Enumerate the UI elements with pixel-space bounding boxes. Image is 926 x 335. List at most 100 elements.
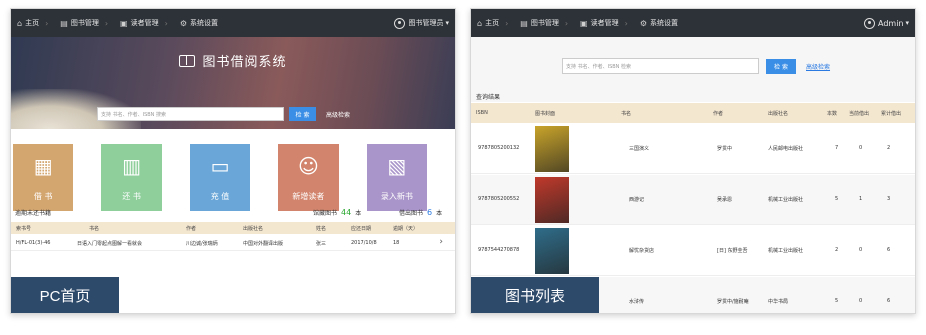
nav-readers[interactable]: ▣ 读者管理 › — [120, 18, 168, 28]
stats-bar: 逾期未还书籍 馆藏图书 44 本 借出图书 6 本 — [11, 206, 455, 220]
nav-books[interactable]: ▤ 图书管理 › — [520, 18, 568, 28]
borrow-icon: ▦ — [33, 154, 53, 178]
tile-label: 借 书 — [33, 192, 53, 201]
caret-down-icon: ▾ — [905, 19, 909, 27]
table-cell: 18 — [393, 240, 400, 246]
table-cell-isbn: 9787805200132 — [478, 145, 520, 151]
table-cell-isbn: 9787805200552 — [478, 196, 520, 202]
column-header: 书名 — [621, 111, 632, 117]
table-row[interactable]: 9787805200132 三国演义 罗贯中 人民邮电出版社 7 0 2 — [471, 124, 915, 174]
tile-label: 还 书 — [122, 192, 141, 201]
table-cell-total: 3 — [887, 196, 891, 202]
action-tiles: ▦ 借 书 ▥ 还 书 ▭ 充 值 ☺ 新增读者 ▧ 录入新书 — [11, 129, 455, 211]
home-icon: ⌂ — [477, 18, 483, 28]
table-cell-current: 1 — [859, 196, 863, 202]
table-cell: 中国对外翻译出版 — [243, 241, 284, 247]
results-table-header: ISBN 图书封面 书名 作者 出版社名 本数 当前借出 累计借出 — [471, 103, 915, 123]
table-cell-count: 2 — [835, 247, 839, 253]
user-menu[interactable]: Admin ▾ — [863, 17, 909, 29]
nav-home[interactable]: ⌂ 主页 › — [17, 18, 48, 28]
table-cell-current: 0 — [859, 298, 863, 304]
table-cell-isbn: 9787544270878 — [478, 247, 520, 253]
table-cell-author: 罗贯中 — [717, 146, 733, 152]
table-cell-current: 0 — [859, 247, 863, 253]
top-nav: ⌂ 主页 › ▤ 图书管理 › ▣ 读者管理 › ⚙ 系统设置 Admin ▾ — [471, 9, 915, 37]
nav-settings[interactable]: ⚙ 系统设置 — [180, 18, 218, 28]
tile-return[interactable]: ▥ 还 书 — [101, 144, 162, 211]
table-cell-author: [日] 东野圭吾 — [717, 248, 748, 254]
add-book-icon: ▧ — [387, 154, 407, 178]
book-list-panel: ⌂ 主页 › ▤ 图书管理 › ▣ 读者管理 › ⚙ 系统设置 Admin ▾ 支持 书名、作者… — [470, 8, 916, 314]
pc-homepage-panel: ⌂ 主页 › ▤ 图书管理 › ▣ 读者管理 › ⚙ 系统设置 图书管理员 ▾ 图书借阅系统 支… — [10, 8, 456, 314]
borrowed-stat: 借出图书 6 本 — [399, 208, 443, 217]
tile-add-user[interactable]: ☺ 新增读者 — [278, 144, 339, 211]
column-header: 书名 — [89, 226, 100, 232]
table-cell: 日语入门零起点图解一看就会 — [77, 241, 143, 247]
column-header: 作者 — [186, 226, 197, 232]
search-button[interactable]: 检 索 — [289, 107, 316, 121]
open-book-icon — [179, 54, 196, 67]
table-cell-current: 0 — [859, 145, 863, 151]
table-cell: 川边诚/张瑞炳 — [186, 241, 218, 247]
book-list-badge: 图书列表 — [471, 277, 599, 313]
column-header: ISBN — [476, 110, 488, 116]
card-icon: ▭ — [210, 154, 230, 178]
table-cell-total: 2 — [887, 145, 891, 151]
tile-card[interactable]: ▭ 充 值 — [189, 144, 251, 211]
tile-add-book[interactable]: ▧ 录入新书 — [366, 144, 428, 211]
table-row[interactable]: H/FL-01(3)-46 日语入门零起点图解一看就会 川边诚/张瑞炳 中国对外翻译出… — [11, 235, 455, 251]
gear-icon: ⚙ — [639, 18, 647, 28]
table-cell-publisher: 机械工业出版社 — [768, 248, 804, 254]
column-header: 应还日期 — [351, 226, 372, 232]
table-cell: 张三 — [316, 241, 327, 247]
avatar — [394, 17, 406, 29]
table-cell-title: 解忧杂货店 — [629, 248, 655, 254]
table-cell: 2017/10/8 — [351, 240, 377, 246]
collection-count: 44 — [341, 208, 352, 217]
return-icon: ▥ — [122, 154, 142, 178]
nav-readers[interactable]: ▣ 读者管理 › — [580, 18, 628, 28]
table-cell-publisher: 人民邮电出版社 — [768, 146, 804, 152]
overdue-table-header: 索书号 书名 作者 出版社名 姓名 应还日期 逾期（天） — [11, 222, 455, 234]
nav-settings[interactable]: ⚙ 系统设置 — [640, 18, 678, 28]
results-caption: 查询结果 — [476, 94, 501, 101]
table-cell-count: 5 — [835, 196, 839, 202]
book-icon: ▤ — [520, 18, 528, 28]
search-input[interactable]: 支持 书名、作者、ISBN 检索 — [562, 58, 759, 74]
top-nav: ⌂ 主页 › ▤ 图书管理 › ▣ 读者管理 › ⚙ 系统设置 图书管理员 ▾ — [11, 9, 455, 37]
table-row[interactable]: 9787805200552 西游记 吴承恩 机械工业出版社 5 1 3 — [471, 175, 915, 225]
book-cover — [535, 126, 569, 172]
column-header: 当前借出 — [849, 111, 870, 117]
tile-label: 新增读者 — [292, 192, 325, 201]
caret-down-icon: ▾ — [445, 19, 449, 27]
add-user-icon: ☺ — [297, 154, 319, 178]
column-header: 逾期（天） — [393, 226, 419, 232]
search-button[interactable]: 检 索 — [766, 58, 796, 74]
avatar — [863, 17, 875, 29]
table-row[interactable]: 9787544270878 解忧杂货店 [日] 东野圭吾 机械工业出版社 2 0 6 — [471, 226, 915, 276]
column-header: 出版社名 — [768, 111, 789, 117]
column-header: 作者 — [713, 111, 724, 117]
table-cell-title: 西游记 — [629, 197, 645, 203]
advanced-search-link[interactable]: 高级检索 — [326, 110, 350, 119]
search-input[interactable]: 支持 书名、作者、ISBN 搜索 — [97, 107, 284, 121]
nav-books[interactable]: ▤ 图书管理 › — [60, 18, 108, 28]
table-cell: H/FL-01(3)-46 — [16, 240, 51, 246]
table-cell-count: 5 — [835, 298, 839, 304]
hero-banner: 图书借阅系统 支持 书名、作者、ISBN 搜索 检 索 高级检索 — [11, 37, 455, 129]
hero-title: 图书借阅系统 — [11, 51, 455, 70]
book-cover — [535, 177, 569, 223]
pc-homepage-badge: PC首页 — [11, 277, 119, 313]
list-search: 支持 书名、作者、ISBN 检索 检 索 高级检索 — [562, 58, 830, 74]
advanced-search-link[interactable]: 高级检索 — [806, 62, 830, 71]
column-header: 本数 — [827, 111, 838, 117]
user-menu[interactable]: 图书管理员 ▾ — [394, 17, 449, 29]
gear-icon: ⚙ — [179, 18, 187, 28]
tile-borrow[interactable]: ▦ 借 书 — [13, 144, 74, 211]
book-cover — [535, 228, 569, 274]
column-header: 出版社名 — [243, 226, 264, 232]
chevron-right-icon[interactable]: › — [439, 237, 443, 247]
nav-home[interactable]: ⌂ 主页 › — [477, 18, 508, 28]
column-header: 累计借出 — [881, 111, 902, 117]
reader-icon: ▣ — [580, 18, 588, 28]
